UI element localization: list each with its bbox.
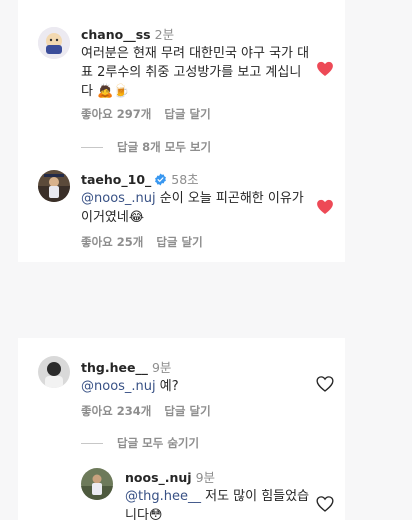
avatar-image	[38, 27, 70, 59]
likes-count[interactable]: 좋아요 25개	[81, 235, 143, 249]
avatar[interactable]	[38, 27, 70, 59]
comment-time: 9분	[195, 470, 216, 485]
comment-time: 2분	[154, 27, 175, 42]
avatar-image	[38, 170, 70, 202]
view-replies-button[interactable]: 답글 8개 모두 보기	[81, 139, 211, 155]
comment-username[interactable]: taeho_10_	[81, 172, 151, 187]
comment-chano: chano__ss 2분 여러분은 현재 무려 대한민국 야구 국가 대표 2루수…	[81, 24, 311, 101]
comment-time: 9분	[151, 360, 172, 375]
comment-taeho: taeho_10_ 58초 @noos_.nuj 순이 오늘 피곤해한 이유가 이…	[81, 169, 316, 227]
likes-count[interactable]: 좋아요 234개	[81, 404, 151, 418]
comment-emoji: 😂	[128, 210, 145, 225]
comment-emoji: 🙇🍺	[97, 84, 130, 99]
comment-meta: 좋아요 25개 답글 달기	[81, 234, 216, 250]
hide-replies-label: 답글 모두 숨기기	[117, 436, 200, 450]
comment-emoji: 😳	[148, 508, 163, 520]
view-replies-label: 답글 8개 모두 보기	[117, 140, 212, 154]
comment-username[interactable]: chano__ss	[81, 27, 151, 42]
avatar[interactable]	[38, 170, 70, 202]
comment-time: 58초	[171, 172, 199, 187]
comment-text: @noos_.nuj 예?	[81, 377, 311, 396]
verified-badge-icon	[155, 173, 167, 186]
reply-button[interactable]: 답글 달기	[156, 235, 202, 249]
comment-text: @thg.hee__ 저도 많이 힘들었습니다😳	[125, 487, 310, 520]
comment-body: 예?	[159, 379, 179, 394]
hide-replies-button[interactable]: 답글 모두 숨기기	[81, 435, 199, 451]
avatar[interactable]	[38, 356, 70, 388]
avatar-image	[81, 468, 113, 500]
comment-username[interactable]: noos_.nuj	[125, 470, 192, 485]
divider-line	[81, 146, 103, 148]
comment-thg: thg.hee__ 9분 @noos_.nuj 예?	[81, 357, 311, 396]
reply-button[interactable]: 답글 달기	[164, 404, 210, 418]
comment-meta: 좋아요 234개 답글 달기	[81, 403, 224, 419]
likes-count[interactable]: 좋아요 297개	[81, 107, 151, 121]
comment-noos: noos_.nuj 9분 @thg.hee__ 저도 많이 힘들었습니다😳	[125, 467, 310, 520]
avatar-image	[38, 356, 70, 388]
comment-meta: 좋아요 297개 답글 달기	[81, 106, 224, 122]
heart-filled-icon[interactable]	[316, 60, 334, 78]
comment-text: @noos_.nuj 순이 오늘 피곤해한 이유가 이거였네😂	[81, 189, 316, 227]
avatar[interactable]	[81, 468, 113, 500]
heart-outline-icon[interactable]	[316, 495, 334, 513]
mention-link[interactable]: @thg.hee__	[125, 489, 201, 504]
comment-text: 여러분은 현재 무려 대한민국 야구 국가 대표 2루수의 취중 고성방가를 보…	[81, 44, 311, 101]
heart-filled-icon[interactable]	[316, 198, 334, 216]
reply-button[interactable]: 답글 달기	[164, 107, 210, 121]
mention-link[interactable]: @noos_.nuj	[81, 191, 156, 206]
divider-line	[81, 442, 103, 444]
heart-outline-icon[interactable]	[316, 375, 334, 393]
mention-link[interactable]: @noos_.nuj	[81, 379, 156, 394]
comment-username[interactable]: thg.hee__	[81, 360, 148, 375]
